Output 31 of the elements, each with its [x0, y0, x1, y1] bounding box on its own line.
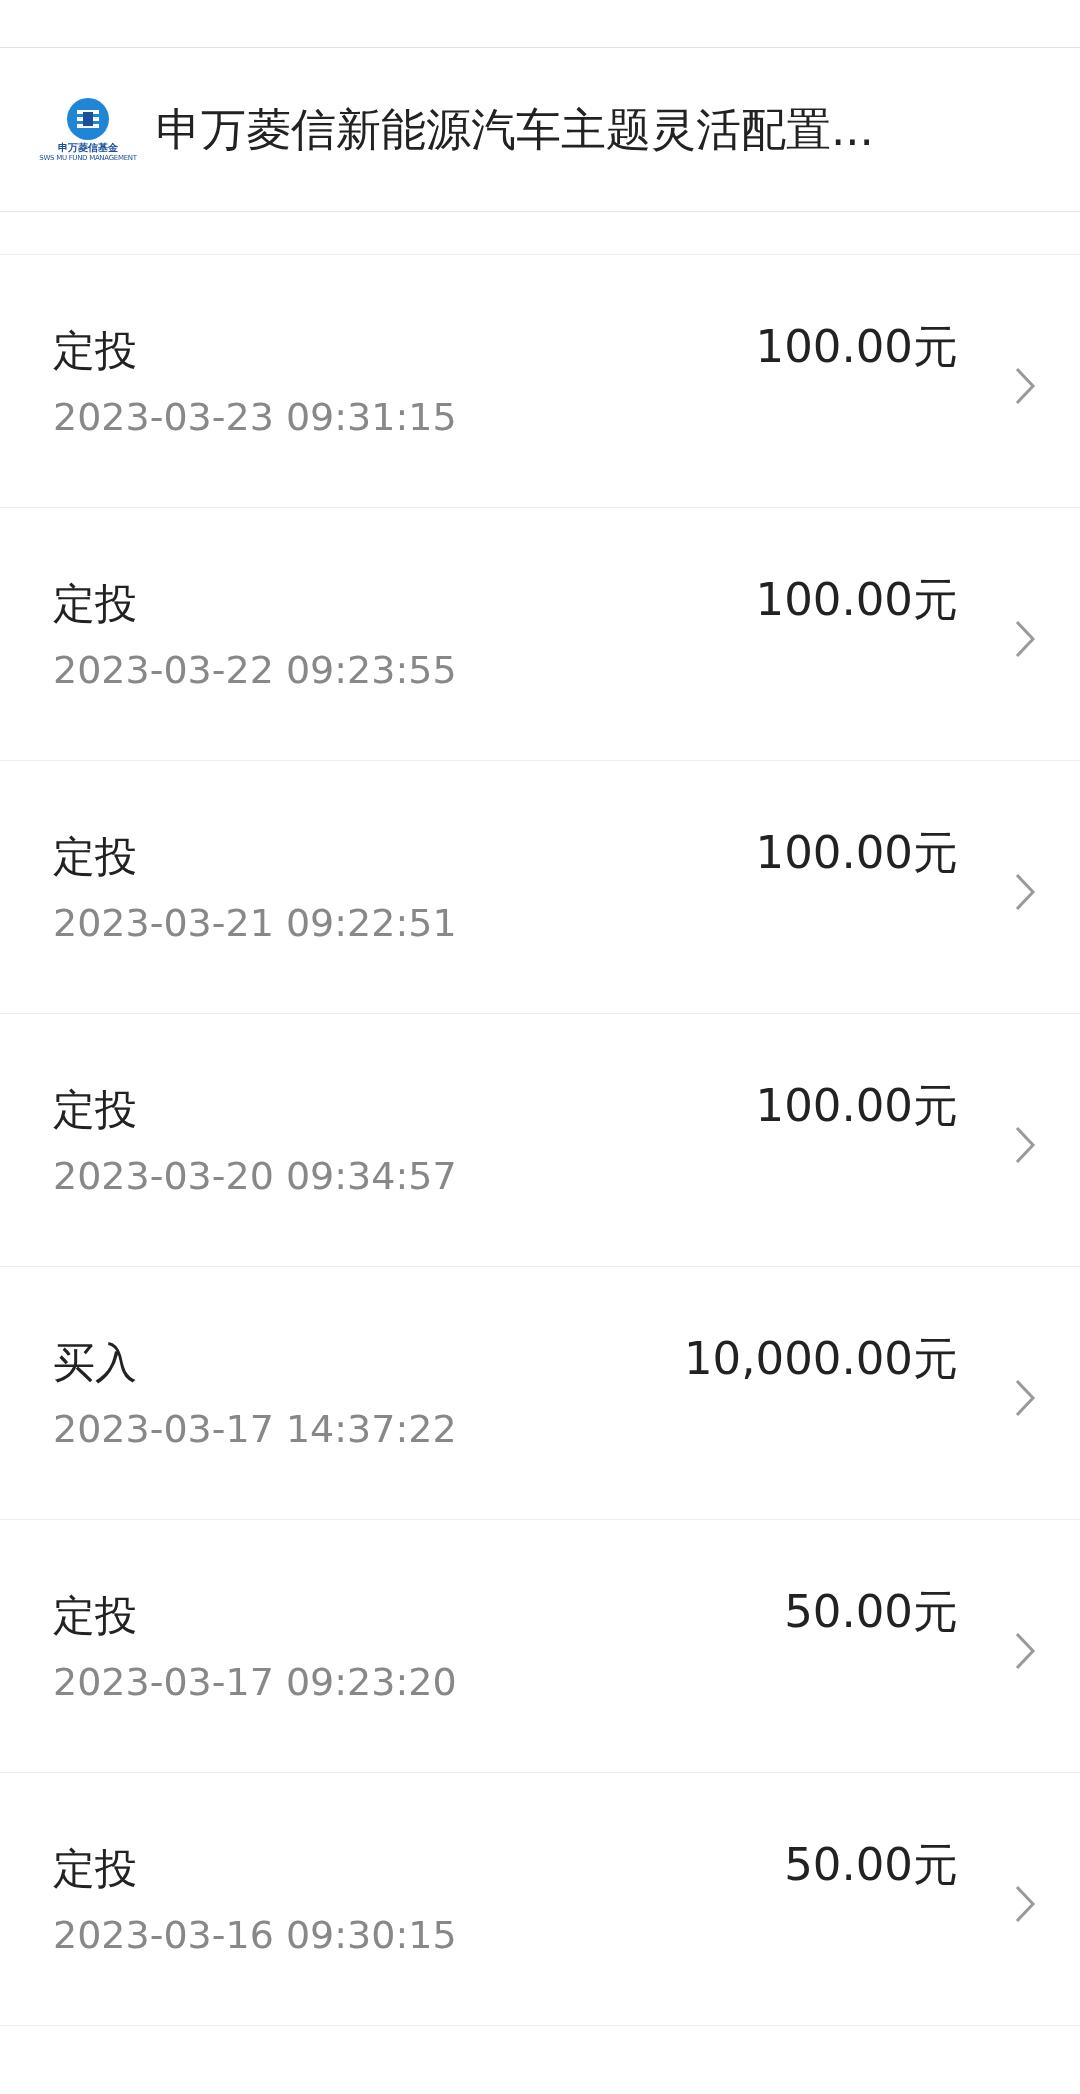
transaction-amount: 100.00元 [755, 572, 958, 628]
transaction-amount: 50.00元 [784, 1584, 958, 1640]
transaction-time: 2023-03-17 09:23:20 [53, 1660, 458, 1704]
transaction-amount: 100.00元 [755, 1078, 958, 1134]
logo-name: 申万菱信基金 [58, 142, 118, 154]
transaction-amount: 10,000.00元 [683, 1331, 958, 1387]
transaction-time: 2023-03-22 09:23:55 [53, 648, 458, 692]
transaction-amount: 100.00元 [755, 319, 958, 375]
fund-title: 申万菱信新能源汽车主题灵活配置... [156, 101, 874, 158]
transaction-amount: 100.00元 [755, 825, 958, 881]
transaction-time: 2023-03-17 14:37:22 [53, 1407, 458, 1451]
transaction-time: 2023-03-21 09:22:51 [53, 901, 458, 945]
logo-icon [65, 96, 111, 142]
transaction-time: 2023-03-16 09:30:15 [53, 1913, 458, 1957]
chevron-icon[interactable] [1014, 366, 1036, 406]
transaction-type: 定投 [53, 578, 138, 630]
transaction-type: 定投 [53, 1590, 138, 1642]
transaction-time: 2023-03-23 09:31:15 [53, 395, 458, 439]
transaction-type: 定投 [53, 831, 138, 883]
chevron-icon[interactable] [1014, 1631, 1036, 1671]
chevron-icon[interactable] [1014, 872, 1036, 912]
transaction-type: 买入 [53, 1337, 138, 1389]
transaction-type: 定投 [53, 1843, 138, 1895]
chevron-icon[interactable] [1014, 619, 1036, 659]
chevron-icon[interactable] [1014, 1125, 1036, 1165]
transaction-amount: 50.00元 [784, 1837, 958, 1893]
transaction-time: 2023-03-20 09:34:57 [53, 1154, 458, 1198]
transaction-type: 定投 [53, 1084, 138, 1136]
transaction-type: 定投 [53, 325, 138, 377]
chevron-icon[interactable] [1014, 1378, 1036, 1418]
chevron-icon[interactable] [1014, 1884, 1036, 1924]
